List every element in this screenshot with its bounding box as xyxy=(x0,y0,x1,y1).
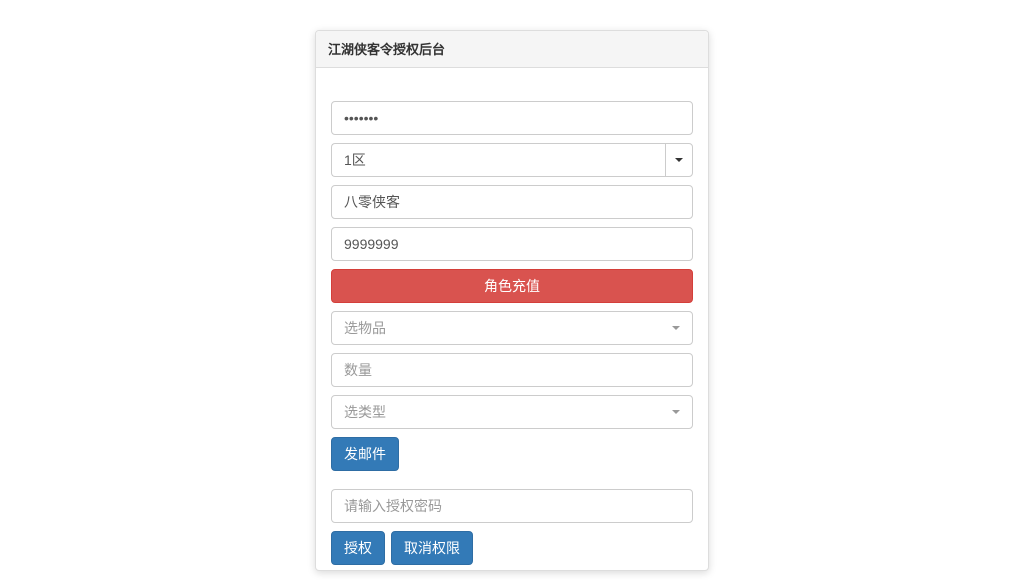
recharge-button[interactable]: 角色充值 xyxy=(331,269,693,303)
panel-title: 江湖侠客令授权后台 xyxy=(328,42,445,57)
item-select[interactable]: 选物品 xyxy=(331,311,693,345)
admin-panel: 江湖侠客令授权后台 1区 角色充值 选物品 选类型 发邮件 授权 取消权限 xyxy=(315,30,709,571)
item-select-placeholder: 选物品 xyxy=(344,320,386,336)
chevron-down-icon xyxy=(672,326,680,330)
character-name-input[interactable] xyxy=(331,185,693,219)
auth-password-input[interactable] xyxy=(331,489,693,523)
chevron-down-icon xyxy=(675,158,683,162)
chevron-down-icon xyxy=(672,410,680,414)
region-select[interactable]: 1区 xyxy=(331,143,693,177)
region-select-toggle[interactable] xyxy=(665,143,693,177)
amount-input[interactable] xyxy=(331,227,693,261)
region-select-value: 1区 xyxy=(331,143,665,177)
type-select-placeholder: 选类型 xyxy=(344,404,386,420)
send-mail-button[interactable]: 发邮件 xyxy=(331,437,399,471)
quantity-input[interactable] xyxy=(331,353,693,387)
panel-body: 1区 角色充值 选物品 选类型 发邮件 授权 取消权限 xyxy=(316,68,708,580)
password-input[interactable] xyxy=(331,101,693,135)
cancel-authorize-button[interactable]: 取消权限 xyxy=(391,531,473,565)
authorize-button[interactable]: 授权 xyxy=(331,531,385,565)
type-select[interactable]: 选类型 xyxy=(331,395,693,429)
panel-header: 江湖侠客令授权后台 xyxy=(316,31,708,68)
